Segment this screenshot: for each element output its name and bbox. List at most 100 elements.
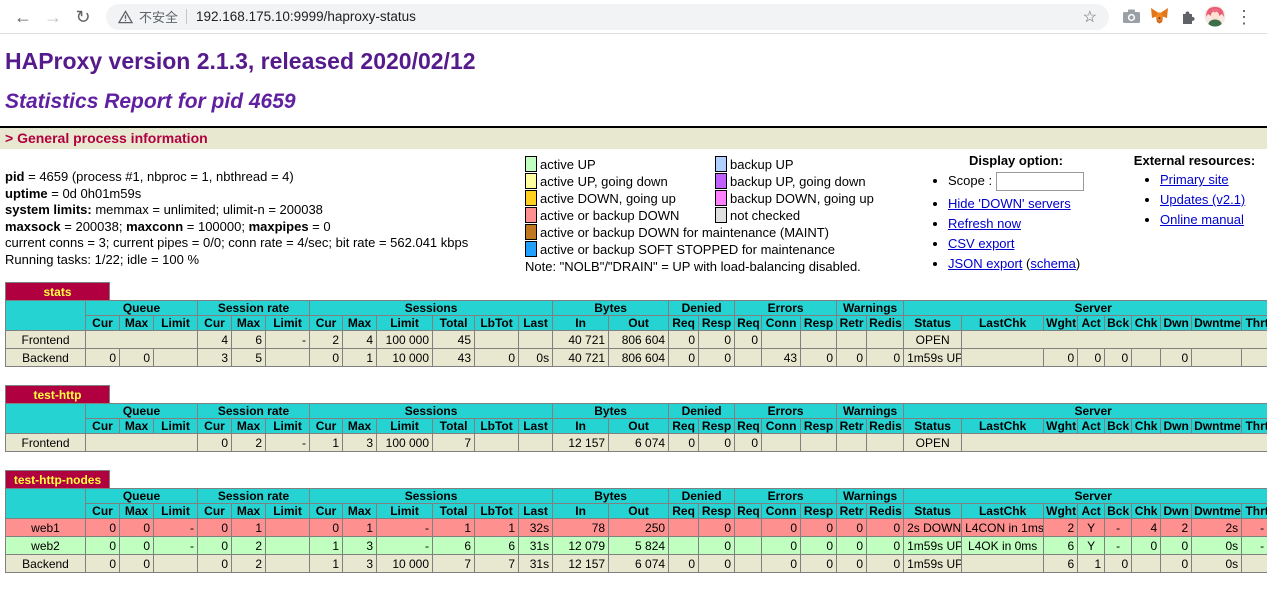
column-group-warnings: Warnings <box>837 404 904 419</box>
profile-avatar[interactable] <box>1201 5 1229 28</box>
tooltip-value: 4 <box>1150 521 1157 537</box>
proxy-tables: statsQueueSession rateSessionsBytesDenie… <box>0 282 1267 573</box>
column-header: Status <box>904 504 962 519</box>
column-group-bytes: Bytes <box>553 489 669 504</box>
cell: 1m59s UP <box>904 537 962 555</box>
process-info-line: uptime = 0d 0h01m59s <box>5 186 525 203</box>
display-option-link[interactable]: CSV export <box>948 236 1014 251</box>
column-header: Resp <box>699 419 735 434</box>
metamask-fox-icon[interactable] <box>1145 7 1173 26</box>
legend-color-swatch <box>525 156 537 172</box>
page-title[interactable]: HAProxy version 2.1.3, released 2020/02/… <box>5 48 1267 75</box>
proxy-name-tab[interactable]: test-http-nodes <box>5 470 110 488</box>
url-text: 192.168.175.10:9999/haproxy-status <box>196 9 1075 24</box>
process-info: pid = 4659 (process #1, nbproc = 1, nbth… <box>0 153 525 268</box>
cell: 0 <box>198 434 232 452</box>
cell: 2 <box>1161 519 1192 537</box>
legend-label: active DOWN, going up <box>540 191 676 206</box>
table-subheader-row: CurMaxLimitCurMaxLimitCurMaxLimitTotalLb… <box>6 316 1267 331</box>
column-header: Bck <box>1105 504 1132 519</box>
column-header: Limit <box>154 504 198 519</box>
bookmark-star-icon[interactable]: ☆ <box>1075 7 1105 27</box>
column-header: Thrtle <box>1242 504 1267 519</box>
reload-icon[interactable]: ↻ <box>68 1 98 33</box>
column-header: Max <box>343 504 377 519</box>
column-header: Cur <box>198 419 232 434</box>
legend-item: backup DOWN, going up <box>715 190 905 206</box>
column-header: Req <box>735 419 762 434</box>
column-header: Resp <box>699 504 735 519</box>
stats-table: QueueSession rateSessionsBytesDeniedErro… <box>5 403 1267 452</box>
tooltip-value: L4OK in 0ms <box>968 539 1037 555</box>
column-header: Wght <box>1044 316 1078 331</box>
extensions-puzzle-icon[interactable] <box>1173 8 1201 26</box>
cell: 0 <box>669 331 699 349</box>
cell: 40 721 <box>553 331 609 349</box>
legend-label: backup DOWN, going up <box>730 191 874 206</box>
proxy-name-tab[interactable]: test-http <box>5 385 110 403</box>
cell: 0 <box>120 537 154 555</box>
row-label: web1 <box>6 519 86 537</box>
cell: 0 <box>669 349 699 367</box>
address-bar[interactable]: 不安全 192.168.175.10:9999/haproxy-status ☆ <box>106 4 1109 30</box>
display-option-link[interactable]: schema <box>1030 256 1076 271</box>
cell: 0 <box>699 331 735 349</box>
display-option-link[interactable]: Hide 'DOWN' servers <box>948 196 1071 211</box>
cell: 1 <box>310 555 343 573</box>
tooltip-value: 7 <box>464 557 471 573</box>
cell: 100 000 <box>377 434 433 452</box>
camera-extension-icon[interactable] <box>1117 8 1145 26</box>
cell: 0 <box>762 537 801 555</box>
column-header: Bck <box>1105 419 1132 434</box>
cell: 0 <box>120 555 154 573</box>
column-header: Act <box>1078 419 1105 434</box>
column-header: Max <box>232 419 266 434</box>
cell: 31s <box>519 537 553 555</box>
display-option-link[interactable]: JSON export <box>948 256 1022 271</box>
column-header: Limit <box>266 504 310 519</box>
column-header: Req <box>669 316 699 331</box>
table-row-web2: web200-0213-6631s12 0795 824000001m59s U… <box>6 537 1267 555</box>
column-header: Thrtle <box>1242 316 1267 331</box>
back-icon[interactable]: ← <box>8 1 38 33</box>
forward-icon[interactable]: → <box>38 1 68 33</box>
external-resource-link[interactable]: Updates (v2.1) <box>1160 192 1245 207</box>
cell: 5 <box>232 349 266 367</box>
cell: 0 <box>837 537 867 555</box>
cell <box>1242 349 1267 367</box>
external-resource-link[interactable]: Primary site <box>1160 172 1229 187</box>
column-group-sessions: Sessions <box>310 301 553 316</box>
proxy-table-test-http: test-httpQueueSession rateSessionsBytesD… <box>5 385 1262 452</box>
cell: 6 <box>475 537 519 555</box>
display-option-item: Hide 'DOWN' servers <box>948 196 1122 211</box>
cell: 0 <box>669 434 699 452</box>
column-header: Cur <box>198 316 232 331</box>
legend-label: active or backup DOWN <box>540 208 679 223</box>
column-header: Resp <box>801 504 837 519</box>
external-resource-link[interactable]: Online manual <box>1160 212 1244 227</box>
cell: 2 <box>232 537 266 555</box>
cell: 1 <box>1078 555 1105 573</box>
column-header: Dwn <box>1161 504 1192 519</box>
cell: 0 <box>1161 555 1192 573</box>
cell: 6 <box>433 537 475 555</box>
legend-label: active UP <box>540 157 596 172</box>
tooltip-value: 6 <box>255 333 262 349</box>
column-header: Limit <box>154 316 198 331</box>
cell: 1m59s UP <box>904 555 962 573</box>
legend-item: backup UP, going down <box>715 173 905 189</box>
cell <box>735 555 762 573</box>
column-header: Last <box>519 316 553 331</box>
table-row-frontend: Frontend46-24100 0004540 721806 604000OP… <box>6 331 1267 349</box>
proxy-name-tab[interactable]: stats <box>5 282 110 300</box>
tooltip-value: L4CON in 1ms <box>965 521 1044 537</box>
cell: 0 <box>801 555 837 573</box>
display-option-link[interactable]: Refresh now <box>948 216 1021 231</box>
display-option-item: CSV export <box>948 236 1122 251</box>
table-corner-cell <box>6 489 86 519</box>
tooltip-value: 1 <box>464 521 471 537</box>
stats-table: QueueSession rateSessionsBytesDeniedErro… <box>5 300 1267 367</box>
scope-input[interactable] <box>996 172 1084 191</box>
menu-dots-icon[interactable]: ⋮ <box>1229 1 1259 33</box>
cell: - <box>154 519 198 537</box>
